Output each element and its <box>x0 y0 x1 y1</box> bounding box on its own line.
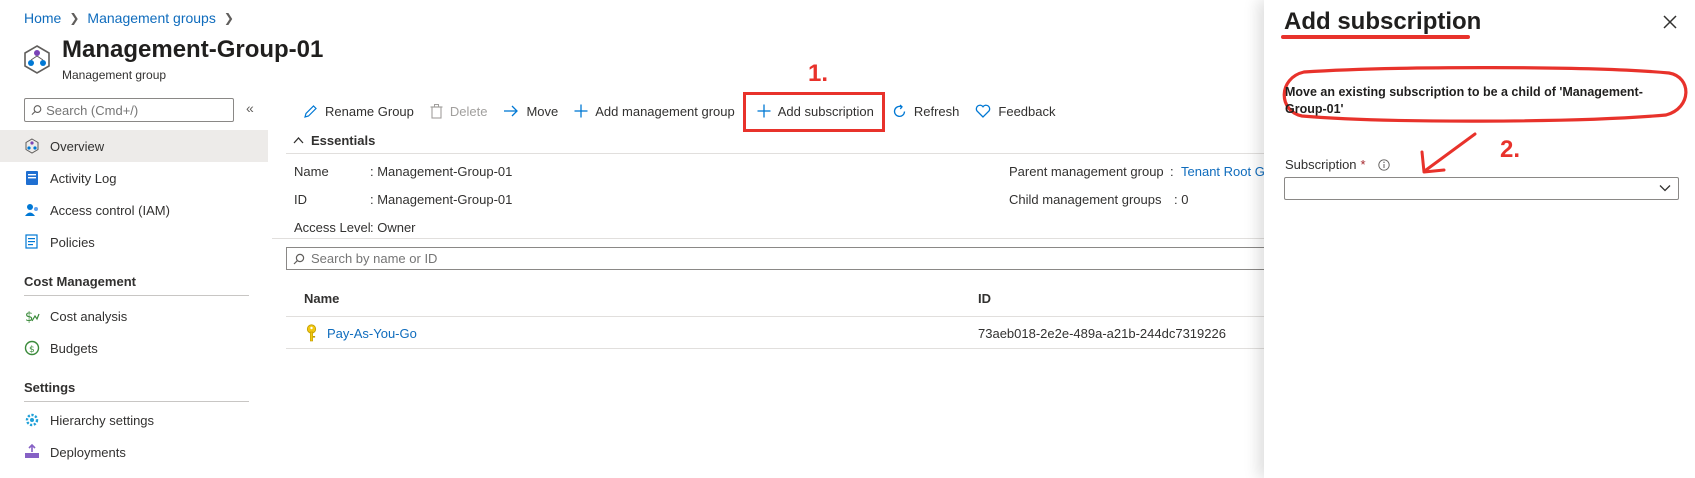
essentials-child-value: : 0 <box>1174 192 1189 207</box>
sidebar-item-label: Overview <box>50 138 105 154</box>
required-marker: * <box>1360 157 1366 172</box>
chevron-right-icon: ❯ <box>69 11 80 25</box>
feedback-button[interactable]: Feedback <box>967 100 1063 122</box>
add-management-group-button[interactable]: Add management group <box>566 100 742 122</box>
key-icon <box>306 324 317 342</box>
breadcrumb: Home ❯ Management groups ❯ <box>24 10 234 26</box>
rename-group-button[interactable]: Rename Group <box>295 100 422 122</box>
blade-title: Add subscription <box>1284 8 1482 35</box>
heart-icon <box>976 104 991 118</box>
essentials-parent-label: Parent management group <box>1009 164 1164 179</box>
close-icon[interactable] <box>1660 12 1680 32</box>
sidebar-item-iam[interactable]: Access control (IAM) <box>0 194 268 226</box>
annotation-arrow <box>1420 132 1477 174</box>
annotation-step-1: 1. <box>808 60 829 87</box>
search-icon <box>31 105 42 116</box>
annotation-underline <box>1281 35 1470 39</box>
essentials-child-label: Child management groups <box>1009 192 1162 207</box>
sidebar-item-policies[interactable]: Policies <box>0 226 268 258</box>
sidebar-item-hierarchy-settings[interactable]: Hierarchy settings <box>0 404 268 436</box>
table-row[interactable]: Pay-As-You-Go 73aeb018-2e2e-489a-a21b-24… <box>286 318 1266 348</box>
cost-analysis-icon: $ <box>24 308 40 324</box>
section-cost-management: Cost Management <box>24 274 136 289</box>
divider <box>286 316 1266 317</box>
subscription-link[interactable]: Pay-As-You-Go <box>327 326 417 341</box>
sidebar-item-deployments[interactable]: Deployments <box>0 436 268 468</box>
pencil-icon <box>304 104 317 118</box>
column-header-name[interactable]: Name <box>304 291 339 306</box>
sidebar-item-label: Activity Log <box>50 170 117 186</box>
essentials-access-value: : Owner <box>370 220 416 235</box>
highlight-add-subscription <box>743 92 885 132</box>
sidebar-item-label: Access control (IAM) <box>50 202 170 218</box>
info-icon[interactable] <box>1377 158 1390 171</box>
table-search-input[interactable] <box>311 251 1211 266</box>
divider <box>24 295 249 296</box>
gear-icon <box>24 412 40 428</box>
move-button[interactable]: Move <box>495 100 566 122</box>
essentials-name-label: Name <box>294 164 329 179</box>
divider <box>286 153 1266 154</box>
subscription-label: Subscription * <box>1285 157 1390 172</box>
annotation-step-2: 2. <box>1500 136 1521 163</box>
blade-description: Move an existing subscription to be a ch… <box>1285 85 1643 116</box>
section-settings: Settings <box>24 380 76 395</box>
plus-icon <box>574 104 588 118</box>
refresh-button[interactable]: Refresh <box>884 100 968 122</box>
deployments-icon <box>24 444 40 460</box>
subscription-dropdown[interactable] <box>1284 177 1679 200</box>
collapse-sidebar-button[interactable]: « <box>246 100 254 116</box>
sidebar-item-overview[interactable]: Overview <box>0 130 268 162</box>
page-title: Management-Group-01 <box>62 36 324 63</box>
breadcrumb-home[interactable]: Home <box>24 10 61 26</box>
essentials-toggle[interactable]: Essentials <box>293 133 375 148</box>
chevron-right-icon: ❯ <box>223 11 234 25</box>
sidebar-item-label: Budgets <box>50 340 98 356</box>
management-group-icon <box>24 45 50 74</box>
sidebar-item-label: Hierarchy settings <box>50 412 155 428</box>
divider <box>272 238 1266 239</box>
search-icon <box>293 253 305 264</box>
delete-button[interactable]: Delete <box>422 100 496 122</box>
page-subtitle: Management group <box>62 68 167 82</box>
column-header-id[interactable]: ID <box>978 291 991 306</box>
divider <box>286 348 1266 349</box>
sidebar-item-label: Policies <box>50 234 95 250</box>
command-bar: Rename Group Delete Move Add management … <box>295 100 1064 122</box>
essentials-id-value: : Management-Group-01 <box>370 192 513 207</box>
chevron-up-icon <box>293 137 304 144</box>
sidebar-item-label: Deployments <box>50 444 126 460</box>
sidebar-search[interactable] <box>24 98 234 122</box>
budgets-icon: $ <box>24 340 40 356</box>
policies-icon <box>24 234 40 250</box>
sidebar-search-input[interactable] <box>46 102 233 118</box>
refresh-icon <box>893 104 906 117</box>
overview-icon <box>24 138 40 154</box>
chevron-down-icon <box>1659 185 1671 192</box>
essentials-name-value: : Management-Group-01 <box>370 164 513 179</box>
subscription-id: 73aeb018-2e2e-489a-a21b-244dc7319226 <box>978 326 1226 341</box>
essentials-access-label: Access Level <box>294 220 371 235</box>
svg-text:$: $ <box>29 345 35 355</box>
sidebar-item-cost-analysis[interactable]: $ Cost analysis <box>0 300 268 332</box>
iam-icon <box>24 202 40 218</box>
sidebar-item-activity-log[interactable]: Activity Log <box>0 162 268 194</box>
sidebar-item-label: Cost analysis <box>50 308 128 324</box>
breadcrumb-management-groups[interactable]: Management groups <box>87 10 215 26</box>
arrow-right-icon <box>504 105 519 117</box>
activity-log-icon <box>24 170 40 186</box>
essentials-id-label: ID <box>294 192 307 207</box>
essentials-parent-sep: : <box>1170 164 1174 179</box>
sidebar-item-budgets[interactable]: $ Budgets <box>0 332 268 364</box>
add-subscription-blade: Add subscription Move an existing subscr… <box>1264 0 1695 478</box>
parent-group-link[interactable]: Tenant Root G <box>1181 164 1265 179</box>
divider <box>24 401 249 402</box>
table-search[interactable] <box>286 247 1276 270</box>
trash-icon <box>430 103 443 119</box>
svg-text:$: $ <box>25 310 33 324</box>
